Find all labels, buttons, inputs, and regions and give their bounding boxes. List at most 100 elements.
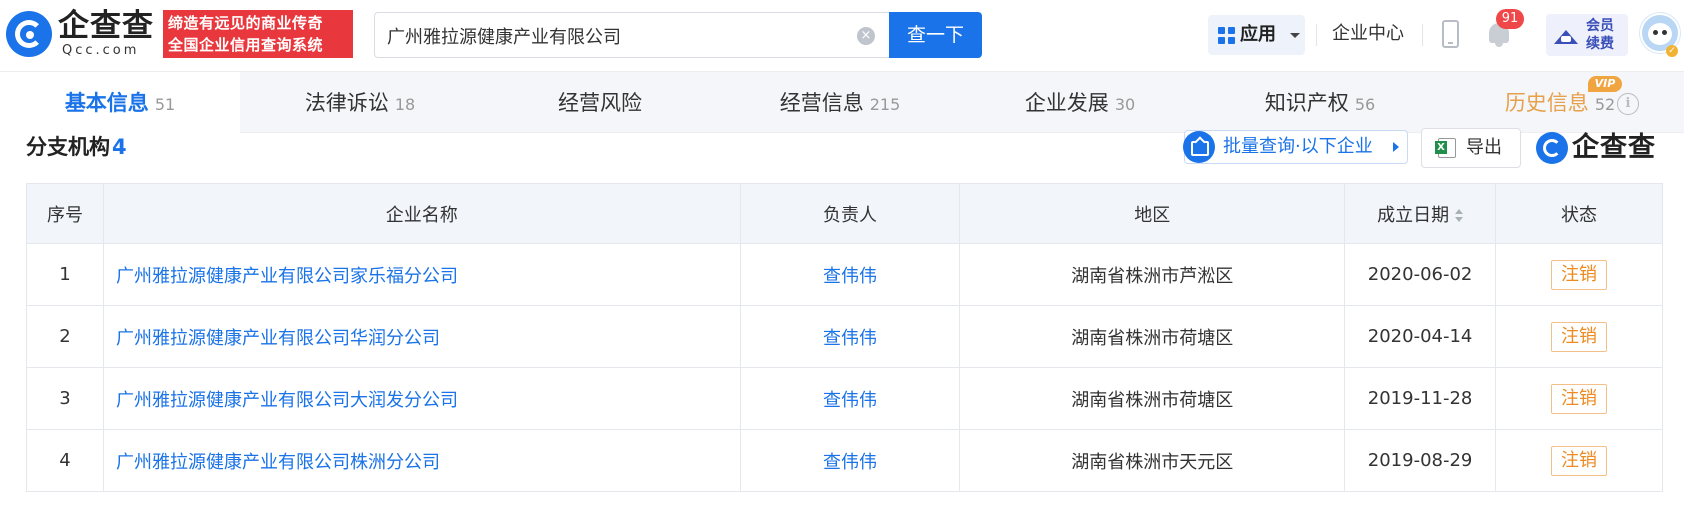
vip-line-1: 会员 xyxy=(1586,18,1614,34)
col-header-status: 状态 xyxy=(1495,183,1663,244)
col-header-no: 序号 xyxy=(26,183,104,244)
section-count: 4 xyxy=(112,135,127,159)
tab-legal[interactable]: 法律诉讼 18 xyxy=(240,72,480,133)
qcc-logo[interactable]: 企查查 Qcc.com xyxy=(6,8,158,58)
apps-button[interactable]: 应用 xyxy=(1208,15,1305,55)
slogan-line-1: 缔造有远见的商业传奇 xyxy=(168,14,324,32)
person-link[interactable]: 查伟伟 xyxy=(739,305,961,368)
info-icon[interactable]: i xyxy=(1617,93,1639,115)
apps-grid-icon xyxy=(1218,27,1235,44)
divider xyxy=(1316,24,1317,46)
tab-label: 知识产权 xyxy=(1264,91,1349,115)
avatar[interactable]: ✓ xyxy=(1640,13,1680,57)
row-status: 注销 xyxy=(1495,243,1663,306)
person-link[interactable]: 查伟伟 xyxy=(739,367,961,430)
logo-name: 企查查 xyxy=(58,8,154,44)
status-badge: 注销 xyxy=(1551,321,1608,352)
search-box: × xyxy=(374,12,891,58)
row-date: 2020-06-02 xyxy=(1344,243,1497,306)
batch-query-button[interactable]: 批量查询·以下企业 xyxy=(1183,130,1408,164)
mobile-phone-icon[interactable] xyxy=(1442,20,1459,48)
person-link[interactable]: 查伟伟 xyxy=(739,429,961,492)
tab-count: 30 xyxy=(1114,95,1136,114)
tab-history[interactable]: 历史信息 52 xyxy=(1440,72,1680,133)
batch-query-label: 批量查询·以下企业 xyxy=(1223,136,1373,157)
slogan-line-2: 全国企业信用查询系统 xyxy=(168,36,324,54)
row-region: 湖南省株洲市荷塘区 xyxy=(959,305,1346,368)
row-no: 4 xyxy=(26,429,104,492)
person-link[interactable]: 查伟伟 xyxy=(739,243,961,306)
tab-operating-info[interactable]: 经营信息 215 xyxy=(720,72,960,133)
crown-icon xyxy=(1554,24,1578,44)
tab-label: 经营信息 xyxy=(779,91,864,115)
enterprise-center-link[interactable]: 企业中心 xyxy=(1332,20,1404,48)
search-button[interactable]: 查一下 xyxy=(889,12,982,58)
notification-badge: 91 xyxy=(1496,9,1524,29)
tab-count: 52 xyxy=(1594,95,1616,114)
vip-line-2: 续费 xyxy=(1586,36,1614,52)
tab-label: 经营风险 xyxy=(558,91,642,115)
vip-renew-label: 会员 续费 xyxy=(1586,17,1622,53)
divider xyxy=(1422,24,1423,46)
apps-label: 应用 xyxy=(1240,24,1276,45)
section-title-text: 分支机构 xyxy=(26,135,110,159)
export-label: 导出 xyxy=(1466,137,1502,158)
sort-icon[interactable] xyxy=(1455,208,1464,223)
section-title: 分支机构4 xyxy=(26,132,127,162)
tab-development[interactable]: 企业发展 30 xyxy=(960,72,1200,133)
row-region: 湖南省株洲市芦淞区 xyxy=(959,243,1346,306)
table-row: 2 广州雅拉源健康产业有限公司华润分公司 查伟伟 湖南省株洲市荷塘区 2020-… xyxy=(26,305,1663,368)
company-name-link[interactable]: 广州雅拉源健康产业有限公司大润发分公司 xyxy=(102,367,741,430)
row-no: 3 xyxy=(26,367,104,430)
row-status: 注销 xyxy=(1495,429,1663,492)
tab-ip[interactable]: 知识产权 56 xyxy=(1200,72,1440,133)
col-header-name: 企业名称 xyxy=(102,183,741,244)
tab-operating-risk[interactable]: 经营风险 xyxy=(480,72,720,133)
chevron-right-icon xyxy=(1393,142,1399,152)
company-name-link[interactable]: 广州雅拉源健康产业有限公司家乐福分公司 xyxy=(102,243,741,306)
tab-count: 215 xyxy=(869,95,901,114)
tab-count: 51 xyxy=(154,95,176,114)
qcc-logo-text: 企查查 xyxy=(1572,132,1656,163)
company-name-link[interactable]: 广州雅拉源健康产业有限公司华润分公司 xyxy=(102,305,741,368)
tab-label: 法律诉讼 xyxy=(304,91,389,115)
slogan-banner: 缔造有远见的商业传奇 全国企业信用查询系统 xyxy=(163,10,353,58)
chevron-down-icon xyxy=(1290,33,1300,38)
vip-renew-button[interactable]: 会员 续费 xyxy=(1546,14,1628,56)
check-icon: ✓ xyxy=(1666,45,1678,57)
tab-bar: 基本信息 51 法律诉讼 18 经营风险 经营信息 215 企业发展 30 知识产权 56… xyxy=(0,72,1684,133)
row-status: 注销 xyxy=(1495,305,1663,368)
row-status: 注销 xyxy=(1495,367,1663,430)
status-badge: 注销 xyxy=(1551,383,1608,414)
branch-table: 序号 企业名称 负责人 地区 成立日期 状态 1 广州雅拉源健康产业有限公司家乐… xyxy=(26,183,1663,492)
top-header: 企查查 Qcc.com 缔造有远见的商业传奇 全国企业信用查询系统 × 查一下 … xyxy=(0,0,1684,72)
table-header-row: 序号 企业名称 负责人 地区 成立日期 状态 xyxy=(26,183,1663,244)
col-header-region: 地区 xyxy=(959,183,1346,244)
qcc-logo-icon xyxy=(6,11,52,57)
row-region: 湖南省株洲市荷塘区 xyxy=(959,367,1346,430)
tab-count: 56 xyxy=(1354,95,1376,114)
row-date: 2019-08-29 xyxy=(1344,429,1497,492)
qcc-logo-icon xyxy=(1536,132,1568,164)
export-button[interactable]: 导出 xyxy=(1421,128,1521,168)
tab-label: 历史信息 xyxy=(1504,91,1589,115)
tab-count: 18 xyxy=(394,95,416,114)
tab-basic-info[interactable]: 基本信息 51 xyxy=(0,72,240,133)
upload-icon xyxy=(1183,131,1215,163)
status-badge: 注销 xyxy=(1551,445,1608,476)
company-name-link[interactable]: 广州雅拉源健康产业有限公司株洲分公司 xyxy=(102,429,741,492)
table-row: 3 广州雅拉源健康产业有限公司大润发分公司 查伟伟 湖南省株洲市荷塘区 2019… xyxy=(26,367,1663,430)
col-header-date[interactable]: 成立日期 xyxy=(1344,183,1497,244)
logo-domain: Qcc.com xyxy=(62,43,140,58)
col-header-date-label: 成立日期 xyxy=(1377,204,1450,226)
row-no: 1 xyxy=(26,243,104,306)
search-input[interactable] xyxy=(387,23,827,49)
row-no: 2 xyxy=(26,305,104,368)
vip-tag: VIP xyxy=(1588,76,1622,92)
qcc-watermark-logo: 企查查 xyxy=(1536,130,1664,166)
col-header-person: 负责人 xyxy=(739,183,961,244)
row-date: 2019-11-28 xyxy=(1344,367,1497,430)
status-badge: 注销 xyxy=(1551,259,1608,290)
table-row: 4 广州雅拉源健康产业有限公司株洲分公司 查伟伟 湖南省株洲市天元区 2019-… xyxy=(26,429,1663,492)
clear-icon[interactable]: × xyxy=(857,27,875,45)
